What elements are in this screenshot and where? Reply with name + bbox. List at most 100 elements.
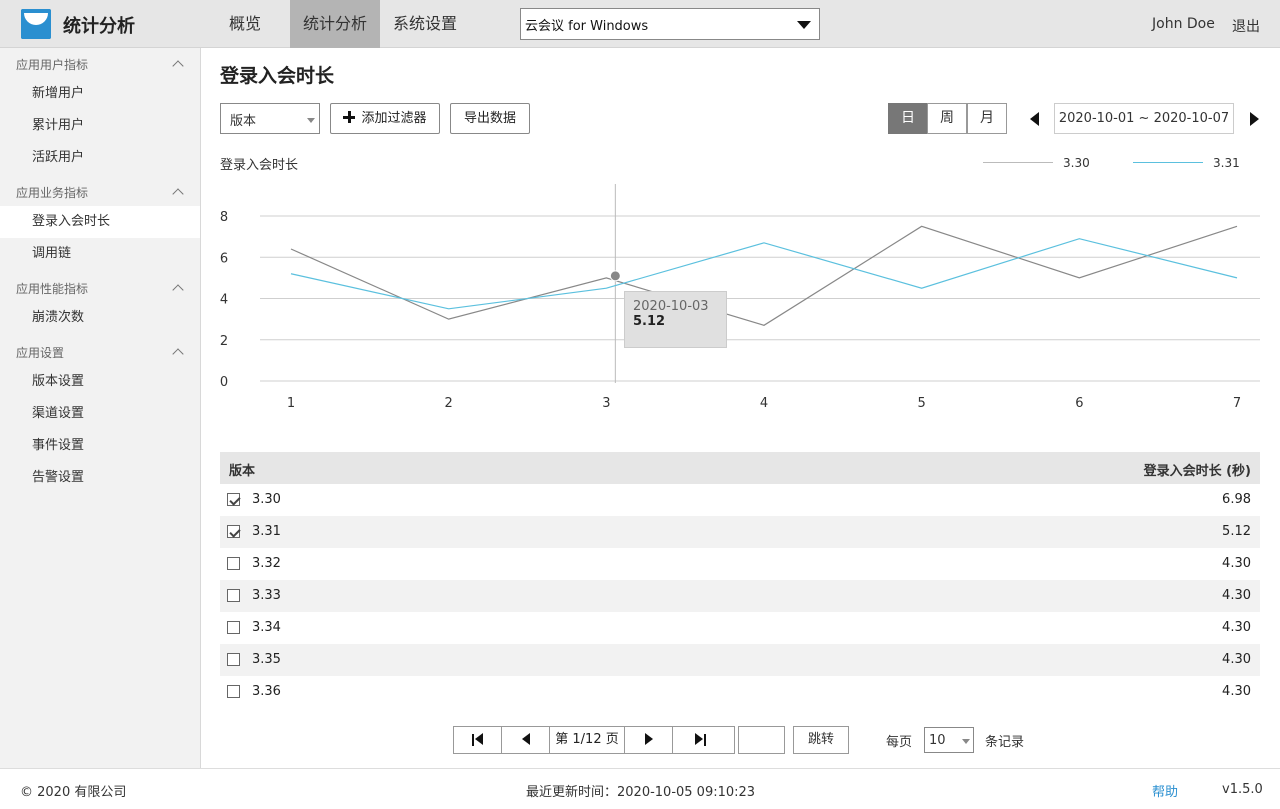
records-label: 条记录 bbox=[985, 735, 1025, 750]
row-checkbox[interactable] bbox=[227, 525, 240, 538]
legend-swatch-series-2 bbox=[1133, 162, 1203, 163]
table-row[interactable]: 3.35 4.30 bbox=[220, 644, 1260, 676]
app-version: v1.5.0 bbox=[1222, 782, 1263, 797]
table-row[interactable]: 3.30 6.98 bbox=[220, 484, 1260, 516]
period-month-button[interactable]: 月 bbox=[967, 103, 1007, 134]
product-select-value: 云会议 for Windows bbox=[525, 19, 649, 34]
date-range-field[interactable]: 2020-10-01 ~ 2020-10-07 bbox=[1054, 103, 1234, 134]
y-tick-label: 8 bbox=[220, 210, 228, 225]
row-duration: 4.30 bbox=[1222, 620, 1251, 635]
row-version: 3.33 bbox=[252, 588, 281, 603]
sidebar-item-alert-settings[interactable]: 告警设置 bbox=[0, 462, 200, 494]
sidebar-item-event-settings[interactable]: 事件设置 bbox=[0, 430, 200, 462]
version-select-value: 版本 bbox=[230, 114, 257, 129]
export-data-button[interactable]: 导出数据 bbox=[450, 103, 530, 134]
chevron-up-icon[interactable] bbox=[172, 60, 184, 72]
add-filter-button[interactable]: 添加过滤器 bbox=[330, 103, 440, 134]
row-checkbox[interactable] bbox=[227, 493, 240, 506]
user-name[interactable]: John Doe bbox=[1152, 16, 1215, 32]
table-row[interactable]: 3.36 4.30 bbox=[220, 676, 1260, 708]
legend-label-series-1: 3.30 bbox=[1063, 156, 1090, 170]
row-duration: 4.30 bbox=[1222, 588, 1251, 603]
hover-marker bbox=[609, 270, 621, 282]
next-page-button[interactable] bbox=[625, 727, 673, 753]
sidebar-item-new-users[interactable]: 新增用户 bbox=[0, 78, 200, 110]
row-duration: 4.30 bbox=[1222, 652, 1251, 667]
row-checkbox[interactable] bbox=[227, 685, 240, 698]
tooltip-value: 5.12 bbox=[633, 314, 666, 329]
x-tick-label: 6 bbox=[1075, 396, 1083, 411]
sidebar-item-version-settings[interactable]: 版本设置 bbox=[0, 366, 200, 398]
x-tick-label: 5 bbox=[918, 396, 926, 411]
x-tick-label: 2 bbox=[445, 396, 453, 411]
x-tick-label: 3 bbox=[602, 396, 610, 411]
chevron-down-icon bbox=[307, 118, 315, 123]
sidebar-group-performance-metrics[interactable]: 应用性能指标 bbox=[16, 280, 88, 297]
table-row[interactable]: 3.31 5.12 bbox=[220, 516, 1260, 548]
chevron-up-icon[interactable] bbox=[172, 284, 184, 296]
sidebar-item-channel-settings[interactable]: 渠道设置 bbox=[0, 398, 200, 430]
page-title: 登录入会时长 bbox=[220, 65, 335, 87]
per-page-value: 10 bbox=[929, 733, 946, 748]
table-row[interactable]: 3.32 4.30 bbox=[220, 548, 1260, 580]
table-row[interactable]: 3.33 4.30 bbox=[220, 580, 1260, 612]
row-duration: 5.12 bbox=[1222, 524, 1251, 539]
table-row[interactable]: 3.34 4.30 bbox=[220, 612, 1260, 644]
prev-page-icon bbox=[522, 733, 530, 745]
y-tick-label: 4 bbox=[220, 293, 228, 308]
plus-icon bbox=[343, 111, 356, 123]
table-header: 版本 登录入会时长 (秒) bbox=[220, 452, 1260, 484]
logout-link[interactable]: 退出 bbox=[1232, 16, 1260, 36]
chevron-up-icon[interactable] bbox=[172, 348, 184, 360]
row-version: 3.34 bbox=[252, 620, 281, 635]
per-page-select[interactable]: 10 bbox=[924, 727, 974, 753]
sidebar-group-business-metrics[interactable]: 应用业务指标 bbox=[16, 184, 88, 201]
last-page-icon bbox=[695, 733, 703, 745]
add-filter-label: 添加过滤器 bbox=[361, 111, 427, 126]
chevron-down-icon bbox=[962, 739, 970, 744]
page-jump-input[interactable] bbox=[738, 726, 785, 754]
product-select[interactable]: 云会议 for Windows bbox=[520, 8, 820, 40]
row-checkbox[interactable] bbox=[227, 653, 240, 666]
sidebar-item-crash-count[interactable]: 崩溃次数 bbox=[0, 302, 200, 334]
prev-range-icon[interactable] bbox=[1030, 112, 1039, 126]
legend-label-series-2: 3.31 bbox=[1213, 156, 1240, 170]
y-tick-label: 2 bbox=[220, 334, 228, 349]
tooltip-date: 2020-10-03 bbox=[633, 299, 709, 314]
app-logo-icon bbox=[21, 9, 51, 39]
sidebar-item-login-duration[interactable]: 登录入会时长 bbox=[0, 206, 200, 238]
nav-tab-analytics[interactable]: 统计分析 bbox=[290, 0, 380, 48]
prev-page-button[interactable] bbox=[502, 727, 550, 753]
row-checkbox[interactable] bbox=[227, 621, 240, 634]
sidebar-item-call-chain[interactable]: 调用链 bbox=[0, 238, 200, 270]
nav-tab-overview[interactable]: 概览 bbox=[221, 0, 269, 48]
sidebar-group-app-settings[interactable]: 应用设置 bbox=[16, 344, 64, 361]
last-page-button[interactable] bbox=[673, 727, 735, 753]
next-page-icon bbox=[645, 733, 653, 745]
row-version: 3.35 bbox=[252, 652, 281, 667]
y-tick-label: 0 bbox=[220, 375, 228, 390]
period-week-button[interactable]: 周 bbox=[927, 103, 967, 134]
column-header-version[interactable]: 版本 bbox=[229, 460, 255, 479]
help-link[interactable]: 帮助 bbox=[1152, 781, 1178, 800]
sidebar-group-user-metrics[interactable]: 应用用户指标 bbox=[16, 56, 88, 73]
app-title: 统计分析 bbox=[63, 16, 135, 37]
sidebar-item-active-users[interactable]: 活跃用户 bbox=[0, 142, 200, 174]
sidebar: 应用用户指标 新增用户 累计用户 活跃用户 应用业务指标 登录入会时长 调用链 … bbox=[0, 48, 201, 768]
sidebar-item-total-users[interactable]: 累计用户 bbox=[0, 110, 200, 142]
period-day-button[interactable]: 日 bbox=[888, 103, 928, 134]
row-duration: 4.30 bbox=[1222, 684, 1251, 699]
page-indicator: 第 1/12 页 bbox=[550, 727, 625, 753]
line-chart[interactable]: 0 2 4 6 8 1 2 3 4 5 6 7 bbox=[210, 180, 1270, 420]
chevron-up-icon[interactable] bbox=[172, 188, 184, 200]
jump-button[interactable]: 跳转 bbox=[793, 726, 849, 754]
row-checkbox[interactable] bbox=[227, 557, 240, 570]
version-select[interactable]: 版本 bbox=[220, 103, 320, 134]
column-header-duration[interactable]: 登录入会时长 (秒) bbox=[1144, 460, 1251, 479]
nav-tab-settings[interactable]: 系统设置 bbox=[388, 0, 462, 48]
next-range-icon[interactable] bbox=[1250, 112, 1259, 126]
row-checkbox[interactable] bbox=[227, 589, 240, 602]
x-tick-label: 1 bbox=[287, 396, 295, 411]
top-bar: 统计分析 概览 统计分析 系统设置 云会议 for Windows John D… bbox=[0, 0, 1280, 48]
first-page-button[interactable] bbox=[454, 727, 502, 753]
